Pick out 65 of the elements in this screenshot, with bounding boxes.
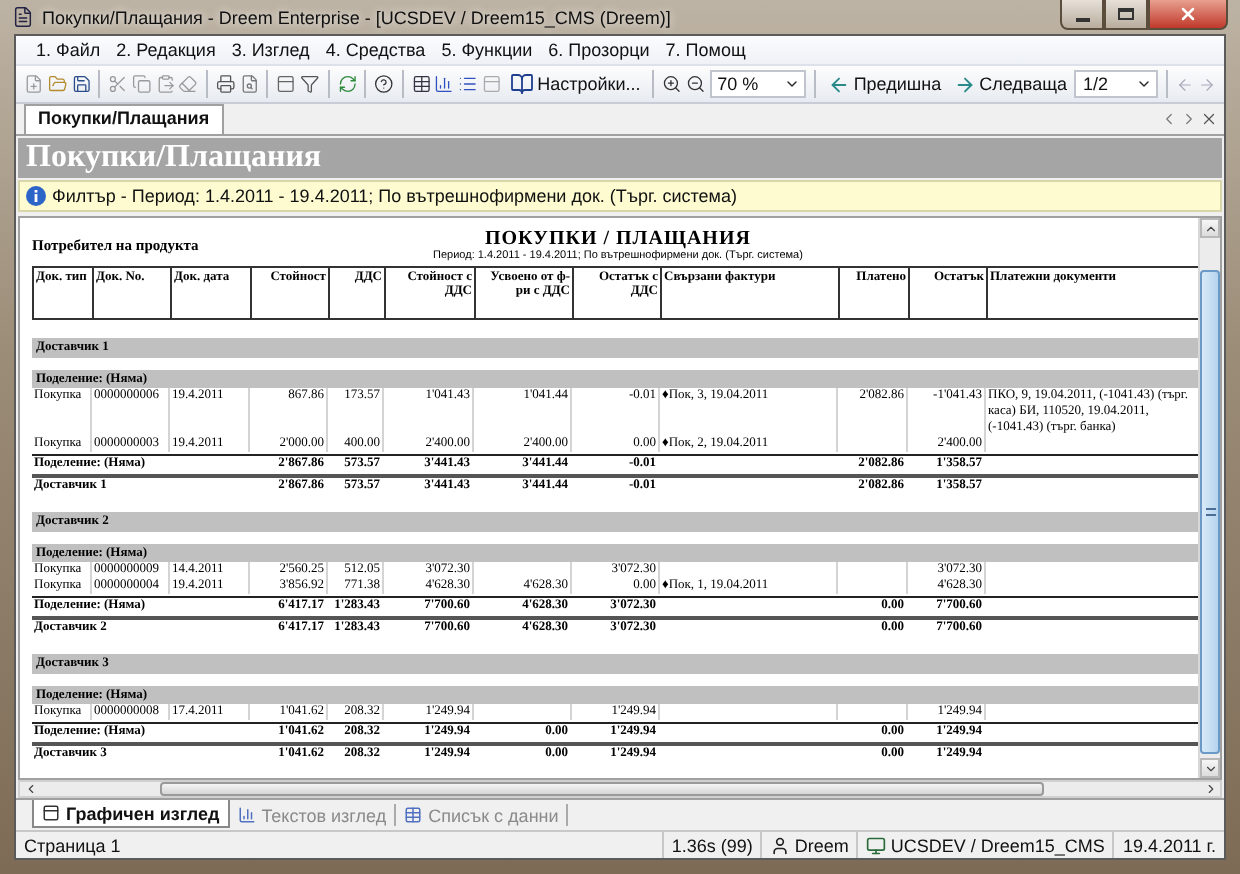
print-preview-icon[interactable] — [239, 72, 259, 96]
save-icon[interactable] — [71, 72, 91, 96]
caret-icon — [784, 76, 800, 92]
book-icon — [509, 72, 534, 96]
scroll-up-icon[interactable] — [1203, 221, 1217, 235]
info-icon — [26, 186, 46, 206]
zoom-in-icon[interactable] — [662, 72, 682, 96]
zoom-dropdown[interactable]: 70 % — [709, 70, 806, 98]
filter-text: Филтър - Период: 1.4.2011 - 19.4.2011; По вътрешнофирмени док. (Търг. система) — [52, 186, 737, 206]
scroll-down-icon[interactable] — [1203, 761, 1217, 775]
right-arrow-icon — [953, 73, 976, 95]
menu-item[interactable]: 5. Функции — [433, 40, 541, 60]
new-document-icon[interactable] — [24, 72, 44, 96]
scroll-left-icon[interactable] — [1160, 110, 1178, 128]
close-icon[interactable] — [1200, 110, 1218, 128]
page-dropdown[interactable]: 1/2 — [1074, 70, 1159, 98]
bar-chart-icon[interactable] — [434, 72, 455, 96]
scroll-right-icon[interactable] — [1203, 782, 1217, 796]
window-title: Покупки/Плащания - Dreem Enterprise - [UCSDEV / Dreem15_CMS (Dreem)] — [42, 7, 673, 27]
caret-icon — [1136, 76, 1153, 92]
refresh-icon[interactable] — [337, 72, 357, 96]
zoom-out-icon[interactable] — [685, 72, 706, 96]
scroll-right-icon[interactable] — [1180, 110, 1198, 128]
table-icon — [404, 806, 423, 824]
horizontal-scrollbar[interactable] — [18, 780, 1222, 798]
page-layout-icon[interactable] — [276, 72, 296, 96]
table-icon[interactable] — [411, 72, 431, 96]
settings-button[interactable]: Настройки... — [505, 68, 645, 100]
eraser-icon[interactable] — [178, 72, 199, 96]
next-button[interactable]: Следваща — [949, 68, 1071, 100]
printer-icon[interactable] — [215, 72, 236, 96]
vertical-scrollbar[interactable] — [1198, 218, 1220, 778]
close-button[interactable] — [1148, 0, 1228, 30]
report-title: ПОКУПКИ / ПЛАЩАНИЯ — [485, 228, 751, 250]
minimize-button[interactable] — [1060, 0, 1104, 30]
menu-item[interactable]: 2. Редакция — [108, 40, 224, 60]
left-arrow-icon — [827, 73, 850, 95]
help-icon[interactable] — [374, 72, 394, 96]
scroll-left-icon[interactable] — [23, 782, 37, 796]
menu-item[interactable]: 4. Средства — [317, 40, 434, 60]
menu-item[interactable]: 6. Прозорци — [540, 40, 658, 60]
filter-icon[interactable] — [299, 72, 320, 96]
layout-icon — [42, 804, 60, 822]
timing-text: 1.36s (99) — [661, 832, 761, 858]
report-heading: Покупки/Плащания — [18, 138, 1222, 178]
list-icon[interactable] — [458, 72, 478, 96]
date-text: 19.4.2011 г. — [1112, 832, 1224, 858]
close-icon — [1178, 4, 1198, 24]
maximize-button[interactable] — [1104, 0, 1148, 30]
previous-button[interactable]: Предишна — [823, 68, 946, 100]
menu-item[interactable]: 1. Файл — [28, 40, 109, 60]
menu-item[interactable]: 7. Помощ — [657, 40, 754, 60]
user-icon — [770, 835, 791, 855]
user-status: Dreem — [760, 832, 857, 858]
computer-icon — [866, 835, 887, 855]
cut-icon[interactable] — [108, 72, 128, 96]
bar-chart-icon — [237, 806, 256, 824]
page-indicator: Страница 1 — [22, 833, 123, 858]
copy-icon[interactable] — [131, 72, 152, 96]
database-status: UCSDEV / Dreem15_CMS — [856, 832, 1113, 858]
paste-icon[interactable] — [155, 72, 175, 96]
menu-item[interactable]: 3. Изглед — [223, 40, 318, 60]
view-tab[interactable]: Графичен изглед — [32, 800, 230, 828]
app-icon — [12, 6, 34, 28]
document-tab[interactable]: Покупки/Плащания — [24, 104, 224, 134]
